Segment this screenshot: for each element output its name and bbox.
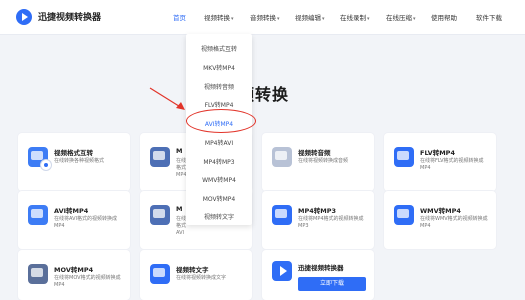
- tool-card-flv-mp4[interactable]: FLV转MP4 在线将FLV格式的视频转换成MP4: [384, 133, 496, 191]
- card-title: M: [176, 147, 183, 155]
- tool-card-mp4-mp3[interactable]: MP4转MP3 在线将MP4格式的视频转换成MP3: [262, 191, 374, 249]
- menu-item-format-convert[interactable]: 视频格式互转: [186, 44, 252, 53]
- audio-file-icon: [272, 147, 292, 167]
- card-desc: 在线转换各种视频格式: [54, 158, 105, 164]
- nav-video-convert-label: 视频转换: [204, 14, 230, 22]
- tool-card-wmv-mp4[interactable]: WMV转MP4 在线将WMV格式的视频转换成MP4: [384, 191, 496, 249]
- card-title: 视频转文字: [176, 266, 209, 274]
- tool-card-format-convert[interactable]: 视频格式互转 在线转换各种视频格式: [18, 133, 130, 191]
- chevron-down-icon: ▾: [413, 16, 416, 22]
- card-title: MOV转MP4: [54, 266, 94, 274]
- menu-item-wmv-mp4[interactable]: WMV转MP4: [186, 175, 252, 184]
- tool-card-video-audio[interactable]: 视频转音频 在线将视频转换成音频: [262, 133, 374, 191]
- app-logo-icon: [272, 261, 292, 281]
- nav-download-label: 软件下载: [476, 14, 502, 22]
- nav-help-label: 使用帮助: [431, 14, 457, 22]
- nav-home-label: 首页: [173, 14, 186, 22]
- red-arrow-icon: [149, 87, 185, 110]
- video-format-icon: [28, 147, 51, 170]
- flv-file-icon: [394, 147, 414, 167]
- nav-audio-convert[interactable]: 音频转换▾: [250, 12, 280, 22]
- card-title: FLV转MP4: [420, 149, 455, 157]
- nav-online-compress-label: 在线压缩: [386, 14, 412, 22]
- nav-online-record-label: 在线录制: [340, 14, 366, 22]
- menu-item-mp4-avi[interactable]: MP4转AVI: [186, 138, 252, 147]
- tool-card-avi-mp4[interactable]: AVI转MP4 在线将AVI格式的视频转换成MP4: [18, 191, 130, 249]
- nav-video-convert[interactable]: 视频转换▾: [204, 12, 234, 22]
- mov-file-icon: [28, 264, 48, 284]
- card-title: M: [176, 205, 183, 213]
- promo-title: 迅捷视频转换器: [298, 264, 344, 272]
- menu-item-mp4-mp3[interactable]: MP4转MP3: [186, 157, 252, 166]
- video-file-icon: [150, 205, 170, 225]
- brand-name[interactable]: 迅捷视频转换器: [38, 10, 101, 23]
- chevron-down-icon: ▾: [367, 16, 370, 22]
- highlight-ellipse-annotation: [186, 109, 256, 133]
- nav-online-compress[interactable]: 在线压缩▾: [386, 12, 416, 22]
- card-title: 视频转音频: [298, 149, 331, 157]
- nav-video-edit[interactable]: 视频编辑▾: [295, 12, 325, 22]
- nav-online-record[interactable]: 在线录制▾: [340, 12, 370, 22]
- card-desc: 在线将FLV格式的视频转换成MP4: [420, 158, 484, 171]
- nav-help[interactable]: 使用帮助: [431, 12, 457, 22]
- avi-file-icon: [28, 205, 48, 225]
- text-file-icon: [150, 264, 170, 284]
- card-desc: 在线将AVI格式的视频转换成MP4: [54, 216, 117, 229]
- card-title: MP4转MP3: [298, 207, 337, 215]
- nav-download[interactable]: 软件下载: [476, 12, 502, 22]
- menu-item-video-audio[interactable]: 视频转音频: [186, 82, 252, 91]
- chevron-down-icon: ▾: [231, 16, 234, 22]
- nav-home[interactable]: 首页: [173, 12, 186, 22]
- menu-item-mkv-mp4[interactable]: MKV转MP4: [186, 63, 252, 72]
- card-desc: 在线将WMV格式的视频转换成MP4: [420, 216, 488, 229]
- menu-item-flv-mp4[interactable]: FLV转MP4: [186, 100, 252, 109]
- chevron-down-icon: ▾: [322, 16, 325, 22]
- top-navbar: 迅捷视频转换器 首页 视频转换▾ 音频转换▾ 视频编辑▾ 在线录制▾ 在线压缩▾…: [0, 0, 525, 35]
- chevron-down-icon: ▾: [277, 16, 280, 22]
- nav-video-edit-label: 视频编辑: [295, 14, 321, 22]
- menu-item-mov-mp4[interactable]: MOV转MP4: [186, 194, 252, 203]
- card-title: WMV转MP4: [420, 207, 461, 215]
- mp3-file-icon: [272, 205, 292, 225]
- video-file-icon: [150, 147, 170, 167]
- card-title: 视频格式互转: [54, 149, 93, 157]
- app-logo-icon[interactable]: [16, 9, 32, 25]
- card-desc: 在线将MP4格式的视频转换成MP3: [298, 216, 364, 229]
- wmv-file-icon: [394, 205, 414, 225]
- download-now-button[interactable]: 立即下载: [298, 277, 366, 291]
- card-desc: 在线将视频转换成音频: [298, 158, 349, 164]
- nav-audio-convert-label: 音频转换: [250, 14, 276, 22]
- card-title: AVI转MP4: [54, 207, 89, 215]
- menu-item-video-text[interactable]: 视频转文字: [186, 212, 252, 221]
- card-desc: 在线将MOV格式的视频转换成MP4: [54, 275, 121, 288]
- card-desc: 在线将视频转换成文字: [176, 275, 227, 281]
